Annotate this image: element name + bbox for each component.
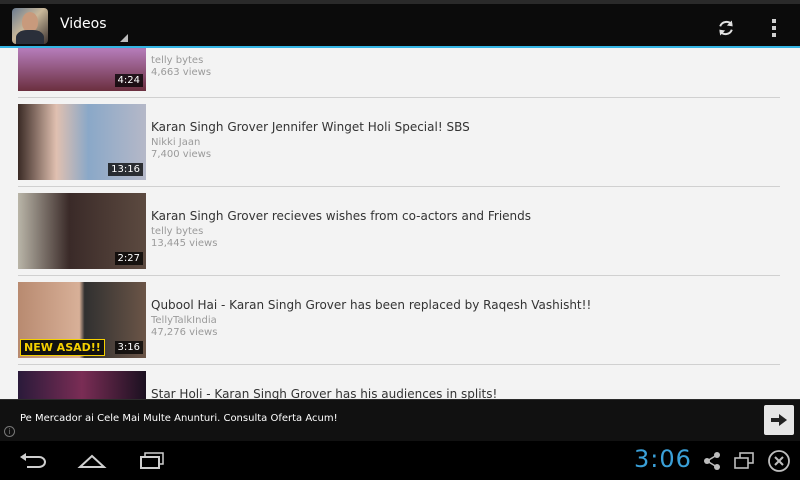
video-duration: 13:16 <box>108 163 143 176</box>
window-button[interactable] <box>728 446 760 476</box>
list-item[interactable]: Star Holi - Karan Singh Grover has his a… <box>18 365 780 399</box>
ad-open-button[interactable] <box>764 405 794 435</box>
video-channel: telly bytes <box>151 55 204 66</box>
video-channel: TellyTalkIndia <box>151 315 217 326</box>
home-icon <box>77 454 107 468</box>
video-title[interactable]: Qubool Hai - Karan Singh Grover has been… <box>151 298 591 312</box>
video-duration: 3:16 <box>114 341 143 354</box>
video-thumbnail[interactable] <box>18 371 146 399</box>
app-icon-body <box>16 30 44 44</box>
video-thumbnail[interactable]: 2:27 <box>18 193 146 269</box>
video-views: 7,400 views <box>151 149 212 160</box>
spinner-indicator-icon <box>120 34 128 42</box>
page-title[interactable]: Videos <box>60 16 107 32</box>
info-icon[interactable]: i <box>4 426 15 437</box>
back-button[interactable] <box>14 446 54 476</box>
list-item[interactable]: 4:24 telly bytes 4,663 views <box>18 48 780 98</box>
share-icon <box>704 452 720 470</box>
video-views: 4,663 views <box>151 67 212 78</box>
app-icon-face <box>22 12 38 32</box>
app-icon[interactable] <box>12 8 48 44</box>
close-icon <box>768 450 790 472</box>
ad-banner[interactable]: Pe Mercador ai Cele Mai Multe Anunturi. … <box>0 399 800 441</box>
ad-text[interactable]: Pe Mercador ai Cele Mai Multe Anunturi. … <box>20 413 338 424</box>
video-thumbnail[interactable]: 13:16 <box>18 104 146 180</box>
video-title[interactable]: Karan Singh Grover recieves wishes from … <box>151 209 531 223</box>
refresh-icon <box>719 20 733 36</box>
recents-icon <box>140 452 164 469</box>
overflow-menu-button[interactable] <box>756 10 792 46</box>
recents-button[interactable] <box>132 446 172 476</box>
video-duration: 4:24 <box>114 74 143 87</box>
video-views: 13,445 views <box>151 238 218 249</box>
home-button[interactable] <box>72 446 112 476</box>
list-item[interactable]: 13:16 Karan Singh Grover Jennifer Winget… <box>18 98 780 187</box>
share-button[interactable] <box>696 446 728 476</box>
video-duration: 2:27 <box>114 252 143 265</box>
video-channel: Nikki Jaan <box>151 137 201 148</box>
window-icon <box>734 452 754 469</box>
status-clock: 3:06 <box>634 445 692 473</box>
close-button[interactable] <box>762 446 796 476</box>
video-thumbnail[interactable]: 4:24 <box>18 48 146 91</box>
video-title[interactable]: Star Holi - Karan Singh Grover has his a… <box>151 387 497 399</box>
video-views: 47,276 views <box>151 327 218 338</box>
video-list[interactable]: 4:24 telly bytes 4,663 views 13:16 Karan… <box>0 48 800 399</box>
video-title[interactable]: Karan Singh Grover Jennifer Winget Holi … <box>151 120 470 134</box>
screen: Videos 4:24 telly bytes 4,663 views 13:1… <box>0 0 800 480</box>
list-item[interactable]: NEW ASAD!! 3:16 Qubool Hai - Karan Singh… <box>18 276 780 365</box>
video-thumbnail[interactable]: NEW ASAD!! 3:16 <box>18 282 146 358</box>
action-bar: Videos <box>0 0 800 48</box>
video-channel: telly bytes <box>151 226 204 237</box>
arrow-right-icon <box>771 414 787 426</box>
back-icon <box>20 453 46 468</box>
refresh-button[interactable] <box>708 10 744 46</box>
overflow-menu-icon <box>772 19 776 37</box>
navigation-bar: 3:06 <box>0 441 800 480</box>
thumbnail-badge: NEW ASAD!! <box>20 339 105 356</box>
list-item[interactable]: 2:27 Karan Singh Grover recieves wishes … <box>18 187 780 276</box>
